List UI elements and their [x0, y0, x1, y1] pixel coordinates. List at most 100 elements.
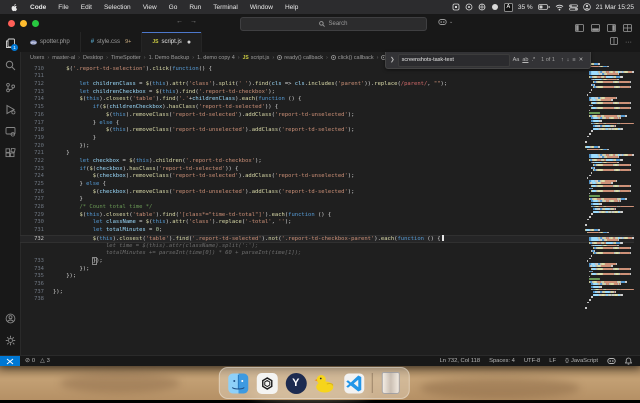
code-line-731[interactable]: 731 let totalMinutes = 0;: [20, 227, 634, 235]
close-find-icon[interactable]: ✕: [579, 57, 584, 63]
dock-finder-icon[interactable]: [227, 372, 249, 394]
code-line-729[interactable]: 729 $(this).closest('table').find('[clas…: [20, 212, 634, 220]
code-line-714[interactable]: 714 $(this).closest('table').find('.'+ch…: [20, 96, 634, 104]
code-line-718[interactable]: 718 $(this).removeClass('report-td-unsel…: [20, 127, 634, 135]
command-center-search[interactable]: Search: [240, 17, 427, 31]
tab-style.css[interactable]: # style.css 9+: [80, 32, 143, 52]
battery-icon[interactable]: [537, 3, 550, 11]
code-line-735[interactable]: 735 });: [20, 273, 634, 281]
problems-status[interactable]: ⊘ 0 △ 3: [25, 358, 50, 364]
menubar-item-terminal[interactable]: Terminal: [207, 4, 244, 11]
dock-cyberduck-icon[interactable]: [314, 372, 336, 394]
dock-vscode-icon[interactable]: [343, 372, 365, 394]
code-line-728[interactable]: 728 /* Count total time */: [20, 204, 634, 212]
window-titlebar[interactable]: ← → Search ⌄: [0, 14, 640, 33]
code-line-727[interactable]: 727 }: [20, 196, 634, 204]
menu-extra-icon-4[interactable]: [491, 3, 499, 11]
code-editor[interactable]: 709$(document).ready(function(){710 $('.…: [20, 63, 634, 355]
code-line-722[interactable]: 722 let checkbox = $(this).children('.re…: [20, 158, 634, 166]
notifications-bell-icon[interactable]: [625, 357, 632, 365]
activitybar-explorer[interactable]: 1: [0, 32, 20, 54]
breadcrumb-item[interactable]: master-al: [52, 55, 75, 61]
menubar-item-go[interactable]: Go: [163, 4, 184, 11]
breadcrumb-item[interactable]: click() callback: [330, 55, 374, 61]
user-menu-icon[interactable]: [582, 3, 591, 11]
dock-chatgpt-icon[interactable]: [256, 372, 278, 394]
ghost-suggestion-line[interactable]: let time = $(this).attr(className).split…: [20, 243, 634, 251]
activitybar-source-control[interactable]: [0, 76, 20, 98]
menu-extra-icon-1[interactable]: [452, 3, 460, 11]
minimize-window-button[interactable]: [20, 19, 27, 27]
activitybar-run-debug[interactable]: [0, 98, 20, 120]
breadcrumb-item[interactable]: Desktop: [83, 55, 103, 61]
menubar-app-name[interactable]: Code: [24, 4, 52, 11]
encoding-status[interactable]: UTF-8: [524, 358, 540, 364]
regex-button[interactable]: .*: [531, 57, 535, 63]
activitybar-account[interactable]: [0, 307, 20, 329]
code-line-730[interactable]: 730 let className = $(this).attr('class'…: [20, 219, 634, 227]
indentation-status[interactable]: Spaces: 4: [489, 358, 515, 364]
ghost-suggestion-line[interactable]: totalMinutes += parseInt(time[0]) * 60 +…: [20, 250, 634, 258]
code-line-711[interactable]: 711: [20, 73, 634, 81]
match-case-button[interactable]: Aa: [513, 57, 520, 63]
whole-word-button[interactable]: ab: [522, 57, 528, 63]
breadcrumb-item[interactable]: Users: [30, 55, 44, 61]
eol-status[interactable]: LF: [549, 358, 556, 364]
breadcrumb-item[interactable]: TimeSpotter: [111, 55, 141, 61]
code-line-713[interactable]: 713 let childrenCheckbox = $(this).find(…: [20, 89, 634, 97]
copilot-menu[interactable]: ⌄: [438, 18, 453, 26]
find-next-icon[interactable]: ↓: [567, 57, 570, 63]
menubar-item-help[interactable]: Help: [279, 4, 304, 11]
code-line-716[interactable]: 716 $(this).removeClass('report-td-selec…: [20, 112, 634, 120]
find-in-selection-icon[interactable]: ≡: [572, 57, 575, 63]
control-center-icon[interactable]: [568, 3, 578, 11]
code-line-734[interactable]: 734 });: [20, 266, 634, 274]
language-mode-status[interactable]: {} JavaScript: [565, 358, 598, 364]
nav-forward-icon[interactable]: →: [190, 18, 197, 25]
activitybar-extensions[interactable]: [0, 142, 20, 164]
code-line-723[interactable]: 723 if($(checkbox).hasClass('report-td-s…: [20, 166, 634, 174]
code-line-724[interactable]: 724 $(checkbox).removeClass('report-td-s…: [20, 173, 634, 181]
split-editor-icon[interactable]: [610, 37, 618, 47]
zoom-window-button[interactable]: [32, 19, 39, 27]
menubar-item-view[interactable]: View: [137, 4, 163, 11]
breadcrumb-item[interactable]: JS script.js: [243, 55, 270, 61]
remote-indicator[interactable]: [0, 356, 20, 366]
menubar-item-edit[interactable]: Edit: [75, 4, 98, 11]
cursor-position-status[interactable]: Ln 732, Col 118: [440, 358, 481, 364]
editor-actions-more-icon[interactable]: ···: [625, 39, 632, 46]
tab-spotter.php[interactable]: php spotter.php: [20, 32, 81, 52]
wifi-icon[interactable]: [555, 4, 564, 11]
tab-script.js[interactable]: JS script.js ●: [142, 32, 203, 52]
find-input[interactable]: screenshots-task-text: [397, 53, 510, 67]
activitybar-search[interactable]: [0, 54, 20, 76]
nav-back-icon[interactable]: ←: [176, 18, 183, 25]
apple-menu-icon[interactable]: [10, 3, 18, 12]
close-window-button[interactable]: [8, 19, 15, 27]
activitybar-settings[interactable]: [0, 329, 20, 351]
dock-trash-icon[interactable]: [380, 372, 402, 394]
breadcrumb-item[interactable]: 1. demo copy 4: [197, 55, 235, 61]
code-line-738[interactable]: 738: [20, 296, 634, 304]
menubar-item-file[interactable]: File: [52, 4, 74, 11]
breadcrumb-item[interactable]: 1. Demo Backup: [149, 55, 190, 61]
find-previous-icon[interactable]: ↑: [561, 57, 564, 63]
code-line-736[interactable]: 736: [20, 281, 634, 289]
code-line-712[interactable]: 712 let childrenClass = $(this).attr('cl…: [20, 81, 634, 89]
input-source-badge[interactable]: A: [503, 2, 513, 12]
code-line-725[interactable]: 725 } else {: [20, 181, 634, 189]
dock-y-app-icon[interactable]: Y: [285, 372, 307, 394]
menubar-clock[interactable]: 21 Mar 15:25: [596, 4, 634, 11]
copilot-status-icon[interactable]: [607, 357, 616, 365]
code-line-717[interactable]: 717 } else {: [20, 120, 634, 128]
breadcrumb-item[interactable]: ready() callback: [277, 55, 323, 61]
menu-extra-icon-3[interactable]: [478, 3, 486, 11]
code-line-732[interactable]: 732 $(this).closest('table').find('.repo…: [20, 234, 634, 243]
code-line-715[interactable]: 715 if($(childrenCheckbox).hasClass('rep…: [20, 104, 634, 112]
minimap[interactable]: [585, 63, 634, 355]
code-line-726[interactable]: 726 $(checkbox).removeClass('report-td-u…: [20, 189, 634, 197]
menu-extra-icon-2[interactable]: [465, 3, 473, 11]
code-line-737[interactable]: 737});: [20, 289, 634, 297]
menubar-item-run[interactable]: Run: [183, 4, 207, 11]
code-line-721[interactable]: 721 }: [20, 150, 634, 158]
